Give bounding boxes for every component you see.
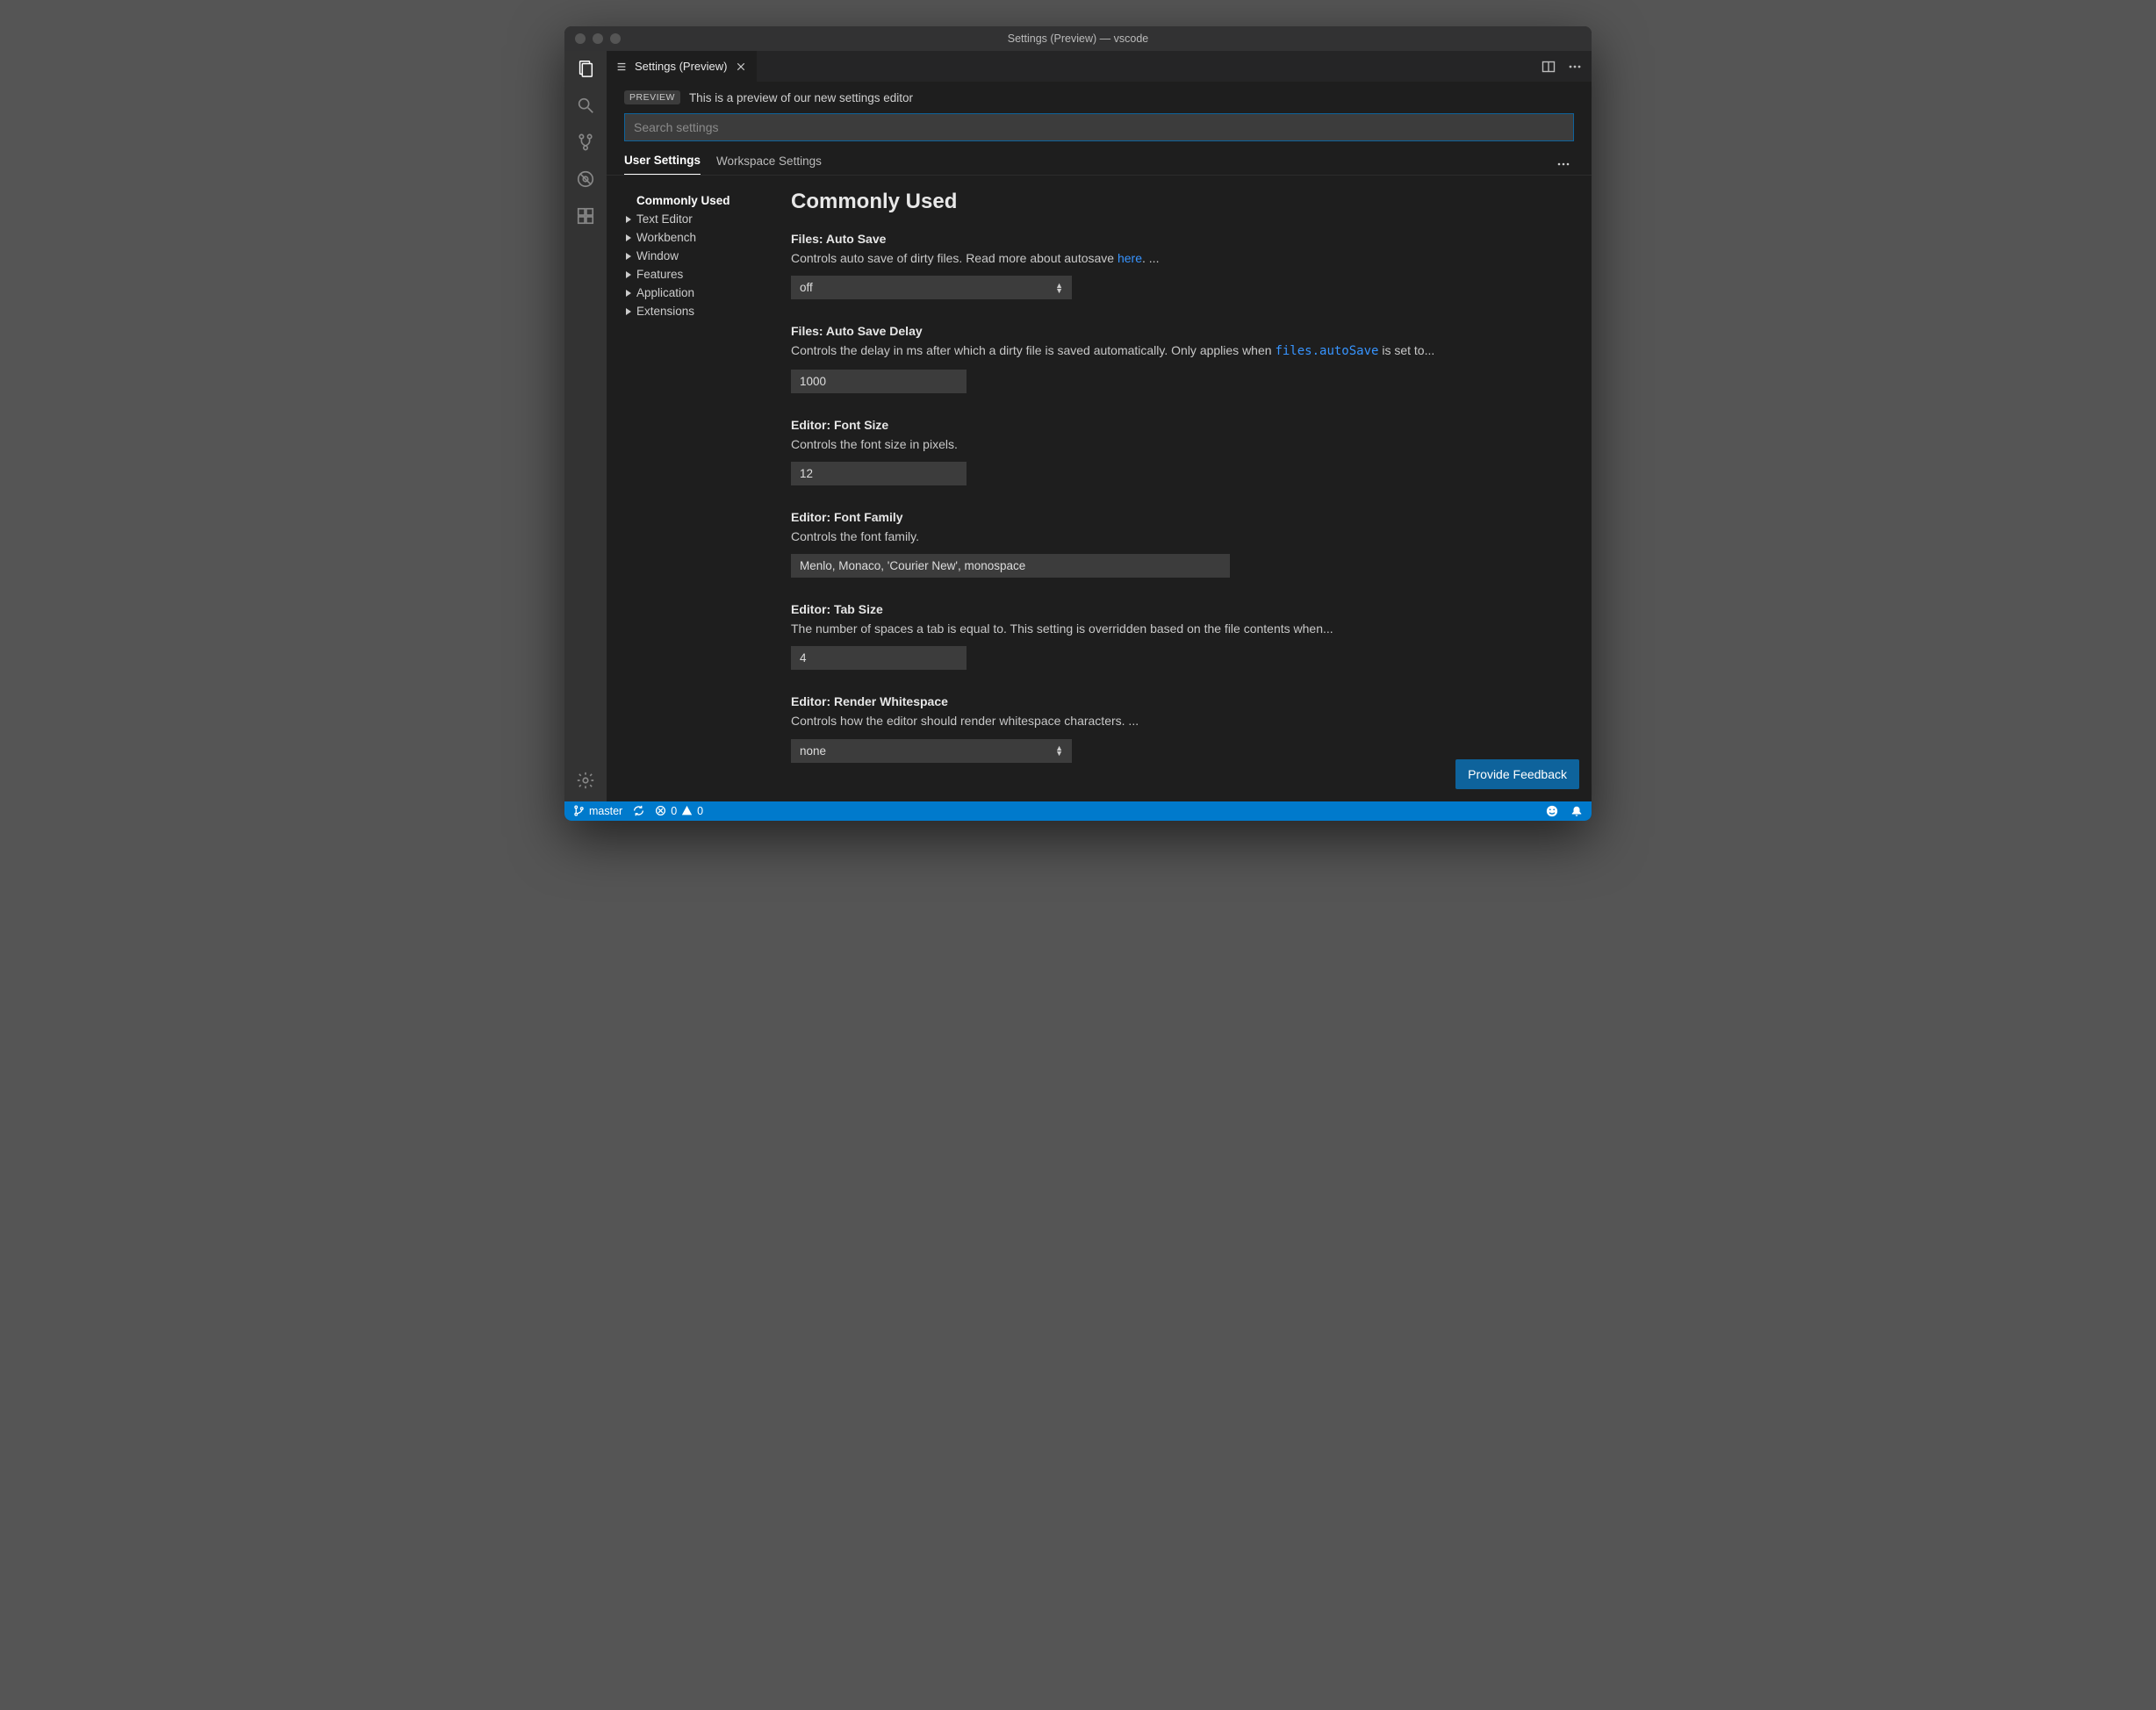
provide-feedback-button[interactable]: Provide Feedback: [1455, 759, 1579, 789]
tab-settings-preview[interactable]: Settings (Preview): [607, 51, 757, 82]
traffic-lights: [575, 33, 621, 44]
list-icon: [615, 61, 628, 73]
tab-bar: Settings (Preview): [607, 51, 1592, 82]
settings-list: Commonly Used Files: Auto Save Controls …: [791, 176, 1592, 801]
scope-more-icon[interactable]: [1556, 157, 1574, 171]
window-title: Settings (Preview) — vscode: [564, 32, 1592, 45]
chevron-right-icon: [624, 234, 633, 242]
section-heading: Commonly Used: [791, 190, 1574, 214]
toc-item-commonly-used[interactable]: Commonly Used: [624, 191, 784, 210]
toc-item-application[interactable]: Application: [624, 284, 784, 302]
autosave-learn-more-link[interactable]: here: [1118, 251, 1142, 265]
minimize-window-button[interactable]: [593, 33, 603, 44]
extensions-icon[interactable]: [575, 205, 596, 226]
maximize-window-button[interactable]: [610, 33, 621, 44]
select-value: off: [800, 281, 813, 294]
font-size-input[interactable]: [791, 462, 967, 485]
setting-title: Editor: Font Size: [791, 418, 1476, 432]
status-problems[interactable]: 0 0: [655, 805, 703, 817]
settings-toc: Commonly Used Text Editor Workbench: [607, 176, 791, 801]
preview-badge: PREVIEW: [624, 90, 680, 104]
setting-description: Controls the font size in pixels.: [791, 435, 1476, 453]
split-editor-icon[interactable]: [1541, 59, 1556, 75]
toc-label: Extensions: [636, 305, 694, 318]
tab-user-settings[interactable]: User Settings: [624, 154, 701, 175]
setting-description: Controls how the editor should render wh…: [791, 712, 1476, 729]
setting-title: Editor: Tab Size: [791, 602, 1476, 616]
font-family-input[interactable]: [791, 554, 1230, 578]
tab-workspace-settings[interactable]: Workspace Settings: [716, 154, 822, 175]
warning-count: 0: [697, 805, 703, 817]
debug-icon[interactable]: [575, 169, 596, 190]
close-icon[interactable]: [734, 60, 748, 74]
toc-label: Text Editor: [636, 212, 693, 226]
auto-save-select[interactable]: off ▲▼: [791, 276, 1072, 299]
setting-description: Controls the delay in ms after which a d…: [791, 341, 1476, 360]
toc-label: Features: [636, 268, 683, 281]
smiley-icon: [1546, 805, 1558, 817]
titlebar: Settings (Preview) — vscode: [564, 26, 1592, 51]
status-sync[interactable]: [633, 805, 644, 816]
chevron-right-icon: [624, 289, 633, 298]
toc-item-text-editor[interactable]: Text Editor: [624, 210, 784, 228]
status-bar: master 0 0: [564, 801, 1592, 821]
tab-label: Settings (Preview): [635, 60, 727, 73]
toc-label: Commonly Used: [636, 194, 730, 207]
scope-tabs: User Settings Workspace Settings: [607, 150, 1592, 176]
setting-editor-font-size: Editor: Font Size Controls the font size…: [791, 418, 1476, 485]
warning-icon: [681, 805, 693, 816]
toc-item-features[interactable]: Features: [624, 265, 784, 284]
status-notifications-icon[interactable]: [1570, 805, 1583, 817]
toc-item-window[interactable]: Window: [624, 247, 784, 265]
preview-message: This is a preview of our new settings ed…: [689, 91, 913, 104]
select-caret-icon: ▲▼: [1055, 283, 1063, 293]
toc-item-extensions[interactable]: Extensions: [624, 302, 784, 320]
search-icon[interactable]: [575, 95, 596, 116]
toc-label: Application: [636, 286, 694, 299]
setting-title: Files: Auto Save Delay: [791, 324, 1476, 338]
setting-description: Controls the font family.: [791, 528, 1476, 545]
setting-editor-render-whitespace: Editor: Render Whitespace Controls how t…: [791, 694, 1476, 762]
setting-description: Controls auto save of dirty files. Read …: [791, 249, 1476, 267]
settings-gear-icon[interactable]: [575, 770, 596, 791]
source-control-icon[interactable]: [575, 132, 596, 153]
search-input[interactable]: [624, 113, 1574, 141]
branch-name: master: [589, 805, 622, 817]
code-ref: files.autoSave: [1275, 344, 1378, 358]
chevron-right-icon: [624, 270, 633, 279]
status-branch[interactable]: master: [573, 805, 622, 817]
setting-title: Files: Auto Save: [791, 232, 1476, 246]
toc-label: Window: [636, 249, 679, 262]
chevron-right-icon: [624, 215, 633, 224]
setting-description: The number of spaces a tab is equal to. …: [791, 620, 1476, 637]
error-count: 0: [671, 805, 677, 817]
explorer-icon[interactable]: [575, 58, 596, 79]
git-branch-icon: [573, 805, 585, 816]
select-value: none: [800, 744, 826, 758]
chevron-right-icon: [624, 307, 633, 316]
auto-save-delay-input[interactable]: [791, 370, 967, 393]
setting-editor-tab-size: Editor: Tab Size The number of spaces a …: [791, 602, 1476, 670]
status-feedback-icon[interactable]: [1546, 805, 1558, 817]
setting-editor-font-family: Editor: Font Family Controls the font fa…: [791, 510, 1476, 578]
activity-bar: [564, 51, 607, 801]
toc-item-workbench[interactable]: Workbench: [624, 228, 784, 247]
bell-icon: [1570, 805, 1583, 817]
error-icon: [655, 805, 666, 816]
close-window-button[interactable]: [575, 33, 586, 44]
chevron-right-icon: [624, 252, 633, 261]
setting-title: Editor: Font Family: [791, 510, 1476, 524]
preview-banner: PREVIEW This is a preview of our new set…: [607, 82, 1592, 110]
setting-files-auto-save: Files: Auto Save Controls auto save of d…: [791, 232, 1476, 299]
tab-size-input[interactable]: [791, 646, 967, 670]
more-actions-icon[interactable]: [1567, 59, 1583, 75]
setting-files-auto-save-delay: Files: Auto Save Delay Controls the dela…: [791, 324, 1476, 392]
toc-label: Workbench: [636, 231, 696, 244]
select-caret-icon: ▲▼: [1055, 745, 1063, 756]
setting-title: Editor: Render Whitespace: [791, 694, 1476, 708]
render-whitespace-select[interactable]: none ▲▼: [791, 739, 1072, 763]
sync-icon: [633, 805, 644, 816]
